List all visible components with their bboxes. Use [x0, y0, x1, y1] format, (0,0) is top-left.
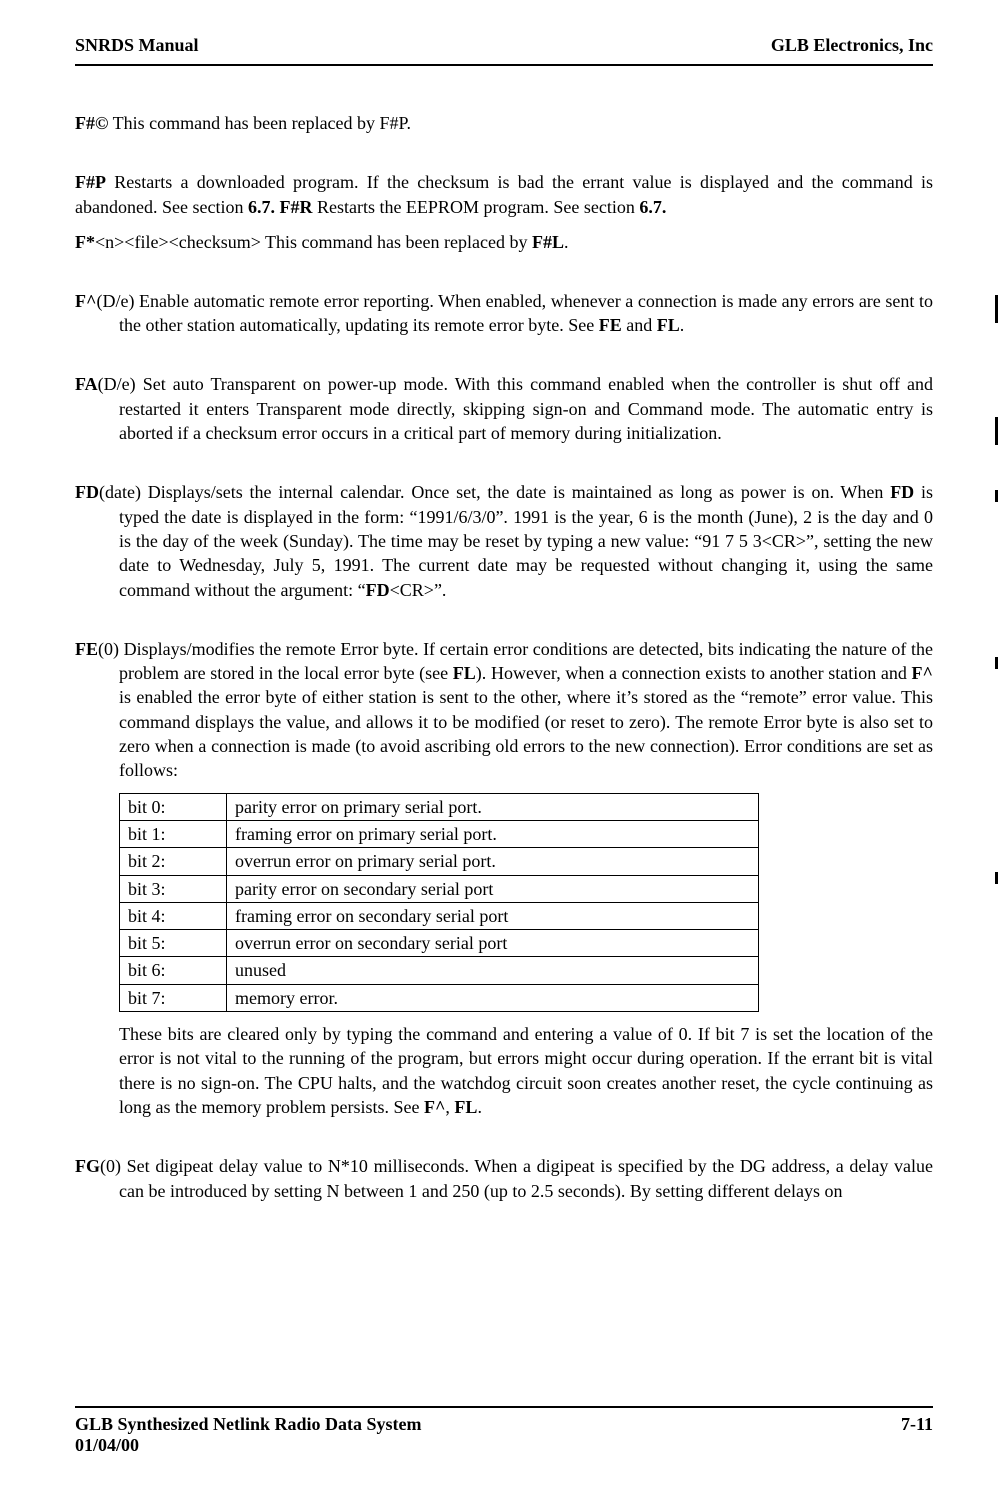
cmd-arg: <n><file><checksum> [95, 232, 261, 252]
bit-cell: bit 5: [120, 930, 227, 957]
entry-body: Set auto Transparent on power-up mode. W… [119, 374, 933, 443]
cmd-label: FG [75, 1156, 100, 1176]
cmd-ref: F^ [912, 663, 933, 683]
cmd-label: F^ [75, 291, 96, 311]
cmd-ref: F#L [532, 232, 564, 252]
bit-cell: bit 0: [120, 793, 227, 820]
table-row: bit 3:parity error on secondary serial p… [120, 875, 759, 902]
entry-body: Displays/sets the internal calendar. Onc… [141, 482, 890, 502]
table-row: bit 7:memory error. [120, 984, 759, 1011]
table-row: bit 2:overrun error on primary serial po… [120, 848, 759, 875]
bit-cell: bit 7: [120, 984, 227, 1011]
entry-fe: FE(0) Displays/modifies the remote Error… [75, 637, 933, 1119]
bit-cell: bit 3: [120, 875, 227, 902]
cmd-arg: (D/e) [98, 374, 136, 394]
cmd-ref: FD [890, 482, 914, 502]
desc-cell: overrun error on primary serial port. [227, 848, 759, 875]
entry-body: This command has been replaced by F#P. [108, 113, 411, 133]
table-row: bit 6:unused [120, 957, 759, 984]
page-number: 7-11 [901, 1414, 933, 1456]
text: . [680, 315, 685, 335]
header-right: GLB Electronics, Inc [771, 35, 933, 56]
cmd-label: FD [75, 482, 99, 502]
desc-cell: parity error on secondary serial port [227, 875, 759, 902]
cmd-ref: FE [599, 315, 622, 335]
cmd-arg: (0) [100, 1156, 121, 1176]
entry-fa: FA(D/e) Set auto Transparent on power-up… [75, 372, 933, 445]
cmd-label: FE [75, 639, 98, 659]
entry-fhash-p: F#P Restarts a downloaded program. If th… [75, 170, 933, 219]
text: . [477, 1097, 482, 1117]
cmd-ref: FL [453, 663, 476, 683]
cmd-arg: (date) [99, 482, 141, 502]
entry-fg: FG(0) Set digipeat delay value to N*10 m… [75, 1154, 933, 1203]
cmd-ref: F^ [424, 1097, 445, 1117]
bit-cell: bit 1: [120, 820, 227, 847]
table-row: bit 1:framing error on primary serial po… [120, 820, 759, 847]
entry-fe-after: These bits are cleared only by typing th… [75, 1022, 933, 1119]
text: is enabled the error byte of either stat… [119, 687, 933, 780]
revision-bar-icon [995, 295, 998, 323]
page-footer: GLB Synthesized Netlink Radio Data Syste… [75, 1406, 933, 1456]
cmd-ref: FD [366, 580, 390, 600]
entry-fhash-c: F#© This command has been replaced by F#… [75, 111, 933, 135]
entry-body: Set digipeat delay value to N*10 millise… [119, 1156, 933, 1200]
text: ). However, when a connection exists to … [476, 663, 912, 683]
text: <CR>”. [390, 580, 447, 600]
cmd-arg: (D/e) [96, 291, 134, 311]
text: These bits are cleared only by typing th… [119, 1024, 933, 1117]
entry-fd: FD(date) Displays/sets the internal cale… [75, 480, 933, 601]
page-header: SNRDS Manual GLB Electronics, Inc [75, 35, 933, 66]
table-row: bit 4:framing error on secondary serial … [120, 902, 759, 929]
text: Restarts the EEPROM program. See section [312, 197, 639, 217]
cmd-ref: FL [454, 1097, 477, 1117]
cmd-ref: FL [657, 315, 680, 335]
footer-date: 01/04/00 [75, 1435, 422, 1456]
footer-title: GLB Synthesized Netlink Radio Data Syste… [75, 1414, 422, 1435]
desc-cell: overrun error on secondary serial port [227, 930, 759, 957]
entry-body: This command has been replaced by [261, 232, 532, 252]
error-bits-table: bit 0:parity error on primary serial por… [119, 793, 759, 1012]
cmd-ref: 6.7. [639, 197, 666, 217]
desc-cell: unused [227, 957, 759, 984]
revision-bar-icon [995, 417, 998, 445]
table-row: bit 5:overrun error on secondary serial … [120, 930, 759, 957]
revision-bar-icon [995, 490, 998, 502]
page-content: F#© This command has been replaced by F#… [75, 111, 933, 1203]
footer-left: GLB Synthesized Netlink Radio Data Syste… [75, 1414, 422, 1456]
desc-cell: framing error on primary serial port. [227, 820, 759, 847]
cmd-label: F#P [75, 172, 106, 192]
cmd-label: F* [75, 232, 95, 252]
revision-bar-icon [995, 657, 998, 669]
text: and [622, 315, 657, 335]
header-left: SNRDS Manual [75, 35, 199, 56]
entry-fstar: F*<n><file><checksum> This command has b… [75, 230, 933, 254]
bit-cell: bit 2: [120, 848, 227, 875]
bit-cell: bit 6: [120, 957, 227, 984]
desc-cell: parity error on primary serial port. [227, 793, 759, 820]
desc-cell: memory error. [227, 984, 759, 1011]
entry-body: Restarts a downloaded program. If the ch… [75, 172, 933, 216]
entry-body: Enable automatic remote error reporting.… [119, 291, 933, 335]
text: . [564, 232, 569, 252]
table-row: bit 0:parity error on primary serial por… [120, 793, 759, 820]
desc-cell: framing error on secondary serial port [227, 902, 759, 929]
revision-bar-icon [995, 872, 998, 884]
entry-fcaret: F^(D/e) Enable automatic remote error re… [75, 289, 933, 338]
cmd-label: FA [75, 374, 98, 394]
cmd-arg: (0) [98, 639, 119, 659]
cmd-ref: 6.7. F#R [248, 197, 313, 217]
bit-cell: bit 4: [120, 902, 227, 929]
cmd-label: F#© [75, 113, 108, 133]
